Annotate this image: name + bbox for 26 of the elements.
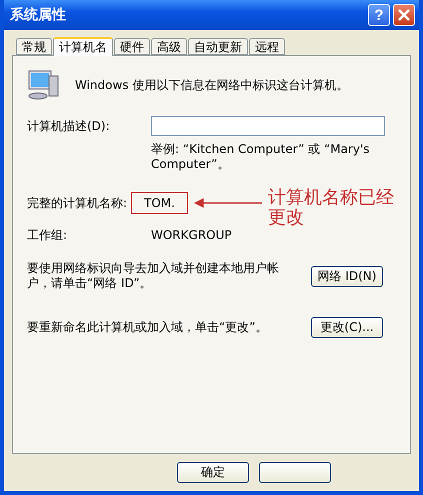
workgroup-value: WORKGROUP <box>151 228 232 243</box>
tab[interactable]: 高级 <box>151 38 187 55</box>
example-text: 举例: “Kitchen Computer” 或 “Mary's Computer”。 <box>151 142 371 172</box>
intro-text: Windows 使用以下信息在网络中标识这台计算机。 <box>75 78 348 92</box>
tab[interactable]: 自动更新 <box>188 38 248 55</box>
description-field[interactable] <box>151 116 385 136</box>
close-button[interactable] <box>393 4 415 26</box>
network-id-text: 要使用网络标识向导去加入域并创建本地用户帐户，请单击“网络 ID”。 <box>27 261 280 291</box>
full-name-label: 完整的计算机名称: <box>27 196 128 210</box>
workgroup-label: 工作组: <box>27 228 68 243</box>
description-label: 计算机描述(D): <box>27 118 111 134</box>
tab[interactable]: 常规 <box>16 38 52 55</box>
network-id-button[interactable]: 网络 ID(N) <box>311 266 383 286</box>
tab[interactable]: 硬件 <box>114 38 150 55</box>
computer-icon <box>27 68 61 102</box>
ok-button[interactable]: 确定 <box>177 462 249 483</box>
window-title: 系统属性 <box>10 6 67 24</box>
close-icon <box>398 9 410 21</box>
annotation-text: 计算机名称已经更改 <box>268 188 395 228</box>
tab[interactable]: 计算机名 <box>53 37 113 56</box>
arrow-icon <box>194 198 262 208</box>
computer-name: TOM. <box>131 192 188 214</box>
dialog-button[interactable] <box>259 462 331 483</box>
tab[interactable]: 远程 <box>249 38 285 55</box>
rename-text: 要重新命名此计算机或加入域，单击“更改”。 <box>27 320 268 335</box>
change-button[interactable]: 更改(C)... <box>311 317 383 338</box>
